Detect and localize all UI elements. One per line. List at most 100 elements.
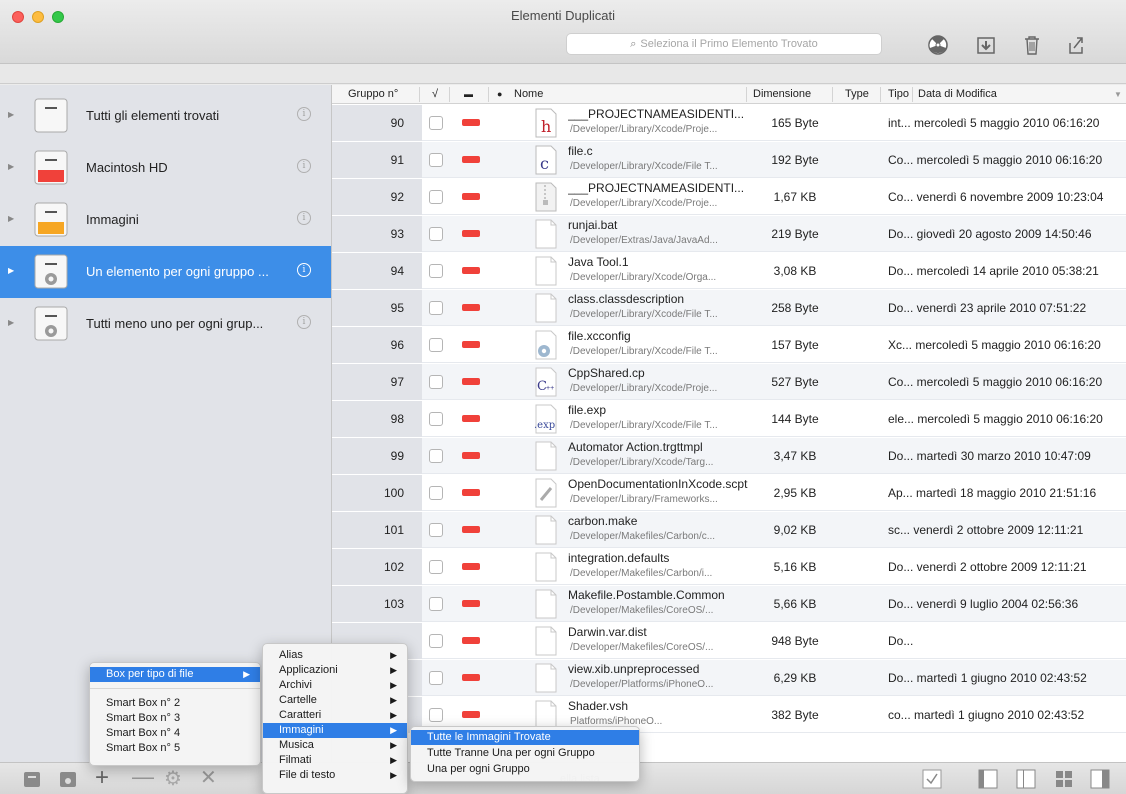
- column-header-check[interactable]: √: [432, 88, 438, 100]
- table-row[interactable]: 94 Java Tool.1/Developer/Library/Xcode/Or…: [332, 253, 1126, 289]
- table-row[interactable]: view.xib.unpreprocessed/Developer/Platfo…: [332, 660, 1126, 696]
- add-button[interactable]: +: [95, 764, 109, 792]
- menu-item-one-per-group[interactable]: Una per ogni Gruppo: [411, 762, 639, 777]
- list-view-icon[interactable]: [1016, 769, 1036, 789]
- table-row[interactable]: 93 runjai.bat/Developer/Extras/Java/JavaA…: [332, 216, 1126, 252]
- file-icon: [533, 626, 559, 656]
- remove-button[interactable]: —: [132, 764, 154, 790]
- disclosure-triangle-icon[interactable]: ▶: [8, 214, 14, 223]
- table-row[interactable]: Darwin.var.dist/Developer/Makefiles/Core…: [332, 623, 1126, 659]
- row-checkbox[interactable]: [429, 301, 443, 315]
- row-checkbox[interactable]: [429, 671, 443, 685]
- table-row[interactable]: 91 c file.c/Developer/Library/Xcode/File T…: [332, 142, 1126, 178]
- sort-indicator-icon[interactable]: ▼: [1114, 90, 1122, 99]
- file-name: Automator Action.trgttmpl: [568, 440, 703, 454]
- menu-item-smart-box-2[interactable]: Smart Box n° 2: [90, 696, 260, 711]
- row-checkbox[interactable]: [429, 153, 443, 167]
- disclosure-triangle-icon[interactable]: ▶: [8, 110, 14, 119]
- file-name: file.exp: [568, 403, 607, 417]
- menu-item-file-di-testo[interactable]: File di testo ▶: [263, 768, 407, 783]
- column-header-label[interactable]: ▬: [464, 89, 473, 99]
- table-row[interactable]: 99 Automator Action.trgttmpl/Developer/Li…: [332, 438, 1126, 474]
- row-checkbox[interactable]: [429, 412, 443, 426]
- column-header-dot[interactable]: ●: [497, 89, 502, 99]
- close-icon[interactable]: ✕: [200, 765, 217, 790]
- file-icon: [533, 478, 559, 508]
- sidebar-item-macintosh-hd[interactable]: ▶ Macintosh HD i: [0, 142, 331, 194]
- column-header-kind[interactable]: Tipo: [888, 88, 909, 100]
- menu-item-archivi[interactable]: Archivi ▶: [263, 678, 407, 693]
- table-row[interactable]: 101 carbon.make/Developer/Makefiles/Carbo…: [332, 512, 1126, 548]
- sidebar-item-immagini[interactable]: ▶ Immagini i: [0, 194, 331, 246]
- sidebar-item-all-found[interactable]: ▶ Tutti gli elementi trovati i: [0, 90, 331, 142]
- detail-pane-view-icon[interactable]: [1090, 769, 1110, 789]
- table-row[interactable]: 103 Makefile.Postamble.Common/Developer/M…: [332, 586, 1126, 622]
- column-header-date[interactable]: Data di Modifica: [918, 88, 997, 100]
- row-checkbox[interactable]: [429, 190, 443, 204]
- menu-item-box-per-tipo[interactable]: Box per tipo di file ▶: [90, 667, 260, 682]
- table-row[interactable]: 100 OpenDocumentationInXcode.scpt/Develop…: [332, 475, 1126, 511]
- add-drive-icon[interactable]: [22, 769, 42, 789]
- menu-item-smart-box-3[interactable]: Smart Box n° 3: [90, 711, 260, 726]
- add-smart-box-icon[interactable]: [58, 769, 78, 789]
- column-header-type[interactable]: Type: [845, 88, 869, 100]
- single-pane-view-icon[interactable]: [978, 769, 998, 789]
- menu-item-immagini[interactable]: Immagini ▶: [263, 723, 407, 738]
- checkmark-box-icon[interactable]: [922, 769, 942, 789]
- table-row[interactable]: 90 h ___PROJECTNAMEASIDENTI... /Developer/L…: [332, 105, 1126, 141]
- row-checkbox[interactable]: [429, 634, 443, 648]
- sidebar-item-all-but-one[interactable]: ▶ Tutti meno uno per ogni grup... i: [0, 298, 331, 350]
- table-row[interactable]: 95 class.classdescription/Developer/Libra…: [332, 290, 1126, 326]
- group-cell: 95: [332, 290, 422, 326]
- trash-icon[interactable]: [1020, 34, 1044, 56]
- info-icon[interactable]: i: [297, 315, 311, 329]
- disclosure-triangle-icon[interactable]: ▶: [8, 266, 14, 275]
- row-checkbox[interactable]: [429, 116, 443, 130]
- table-row[interactable]: 97 C ++ CppShared.cp/Developer/Library/Xcod…: [332, 364, 1126, 400]
- grid-view-icon[interactable]: [1054, 769, 1074, 789]
- row-checkbox[interactable]: [429, 560, 443, 574]
- info-icon[interactable]: i: [297, 263, 311, 277]
- menu-item-alias[interactable]: Alias ▶: [263, 648, 407, 663]
- row-checkbox[interactable]: [429, 597, 443, 611]
- file-icon: c: [533, 145, 559, 175]
- file-size: 219 Byte: [771, 227, 819, 241]
- row-checkbox[interactable]: [429, 486, 443, 500]
- search-icon: ⌕: [630, 38, 637, 50]
- info-icon[interactable]: i: [297, 211, 311, 225]
- disclosure-triangle-icon[interactable]: ▶: [8, 318, 14, 327]
- menu-item-smart-box-4[interactable]: Smart Box n° 4: [90, 726, 260, 741]
- column-header-name[interactable]: Nome: [514, 88, 543, 100]
- share-icon[interactable]: [1064, 34, 1088, 56]
- file-size: 527 Byte: [771, 375, 819, 389]
- menu-item-caratteri[interactable]: Caratteri ▶: [263, 708, 407, 723]
- column-header-group[interactable]: Gruppo n°: [348, 88, 398, 100]
- sidebar-item-one-per-group[interactable]: ▶ Un elemento per ogni gruppo ... i: [0, 246, 331, 298]
- menu-item-applicazioni[interactable]: Applicazioni ▶: [263, 663, 407, 678]
- menu-item-smart-box-5[interactable]: Smart Box n° 5: [90, 741, 260, 756]
- disclosure-triangle-icon[interactable]: ▶: [8, 162, 14, 171]
- info-icon[interactable]: i: [297, 107, 311, 121]
- row-checkbox[interactable]: [429, 449, 443, 463]
- row-checkbox[interactable]: [429, 708, 443, 722]
- row-checkbox[interactable]: [429, 375, 443, 389]
- row-checkbox[interactable]: [429, 227, 443, 241]
- row-checkbox[interactable]: [429, 264, 443, 278]
- table-row[interactable]: 92 ___PROJECTNAMEASIDENTI... /Developer/Li…: [332, 179, 1126, 215]
- info-icon[interactable]: i: [297, 159, 311, 173]
- table-row[interactable]: 96 file.xcconfig/Developer/Library/Xcode/…: [332, 327, 1126, 363]
- move-to-folder-icon[interactable]: [974, 34, 998, 56]
- column-header-size[interactable]: Dimensione: [753, 88, 811, 100]
- menu-item-all-images[interactable]: Tutte le Immagini Trovate: [411, 730, 639, 745]
- menu-item-all-but-one-per-group[interactable]: Tutte Tranne Una per ogni Gruppo: [411, 746, 639, 761]
- row-checkbox[interactable]: [429, 523, 443, 537]
- gear-icon[interactable]: ⚙: [164, 766, 182, 791]
- table-row[interactable]: 102 integration.defaults/Developer/Makefi…: [332, 549, 1126, 585]
- table-row[interactable]: 98 .exp file.exp/Developer/Library/Xcode/F…: [332, 401, 1126, 437]
- menu-item-filmati[interactable]: Filmati ▶: [263, 753, 407, 768]
- row-checkbox[interactable]: [429, 338, 443, 352]
- menu-item-cartelle[interactable]: Cartelle ▶: [263, 693, 407, 708]
- search-field[interactable]: ⌕ Seleziona il Primo Elemento Trovato: [566, 33, 882, 55]
- radiation-icon[interactable]: [926, 34, 950, 56]
- menu-item-musica[interactable]: Musica ▶: [263, 738, 407, 753]
